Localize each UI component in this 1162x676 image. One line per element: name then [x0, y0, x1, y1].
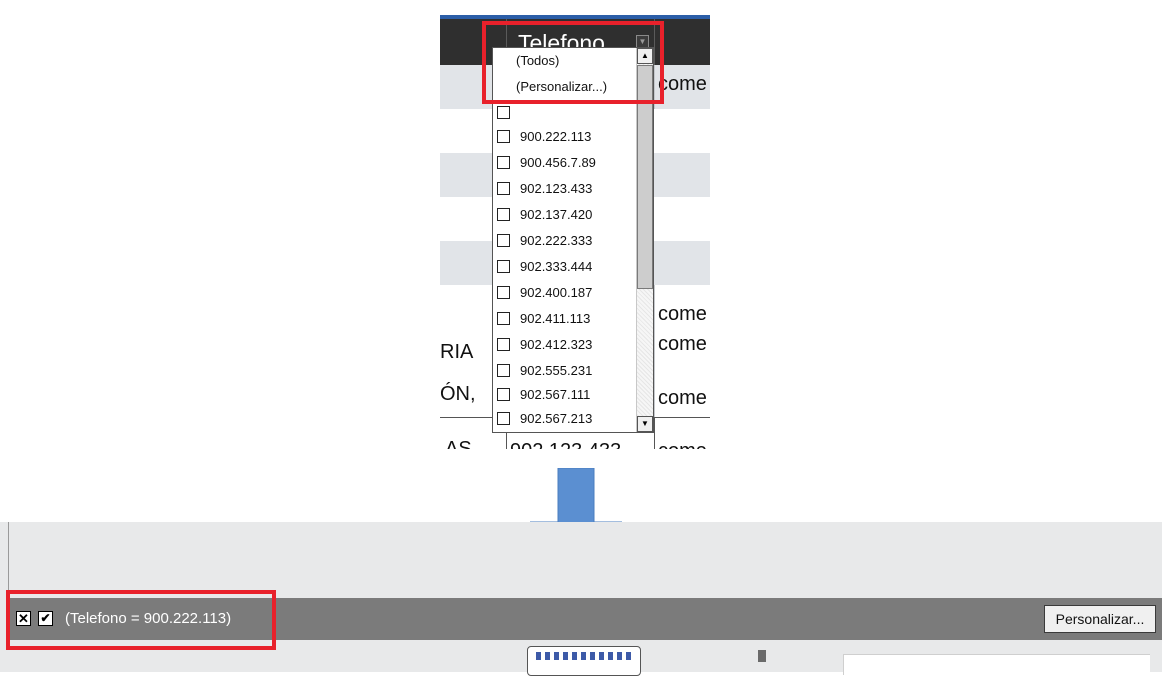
cell-separator — [654, 418, 655, 449]
checkbox-icon[interactable] — [497, 106, 510, 119]
filter-value-label: 902.411.113 — [520, 311, 591, 326]
cell-separator — [654, 285, 655, 329]
filter-value-label: 902.137.420 — [520, 207, 593, 222]
handle-icon — [758, 650, 766, 662]
cell-separator — [654, 329, 655, 373]
checkbox-icon[interactable] — [497, 234, 510, 247]
table-cell-telefono: 902.123.433 — [510, 440, 621, 449]
filter-value-item[interactable]: 902.555.231 — [493, 358, 636, 384]
filter-value-item[interactable]: 902.400.187 — [493, 280, 636, 306]
checkbox-icon[interactable] — [497, 208, 510, 221]
checkbox-icon[interactable] — [497, 388, 510, 401]
filter-value-label: 902.555.231 — [520, 363, 593, 378]
highlight-box-dropdown — [482, 21, 664, 104]
scroll-down-icon[interactable]: ▼ — [637, 416, 653, 432]
filter-dropdown[interactable]: (Todos) (Personalizar...) 900.222.113 90… — [492, 47, 654, 433]
filter-value-label: 900.456.7.89 — [520, 155, 596, 170]
filter-value-label: 902.222.333 — [520, 233, 593, 248]
table-cell: come — [658, 73, 707, 95]
highlight-box-filter-bar — [6, 590, 276, 650]
dots-icon — [536, 652, 632, 660]
filter-value-label: 902.412.323 — [520, 337, 593, 352]
filter-value-label: 902.567.213 — [520, 411, 593, 426]
filter-value-label: 902.123.433 — [520, 181, 593, 196]
checkbox-icon[interactable] — [497, 182, 510, 195]
filter-value-label: 902.400.187 — [520, 285, 593, 300]
table-cell: come — [658, 387, 707, 409]
table-cell: ÓN, — [440, 383, 476, 405]
filter-value-item[interactable]: 902.137.420 — [493, 202, 636, 228]
checkbox-icon[interactable] — [497, 260, 510, 273]
checkbox-icon[interactable] — [497, 364, 510, 377]
filter-value-label: 902.567.111 — [520, 387, 591, 402]
table-cell: come — [658, 333, 707, 355]
filter-dropdown-list: (Todos) (Personalizar...) 900.222.113 90… — [493, 48, 636, 432]
table-cell: AS — [445, 438, 472, 449]
filter-value-item[interactable]: 902.411.113 — [493, 306, 636, 332]
table-cell: come — [658, 440, 707, 449]
filter-value-item[interactable]: 900.456.7.89 — [493, 150, 636, 176]
filter-value-item[interactable]: 900.222.113 — [493, 124, 636, 150]
checkbox-icon[interactable] — [497, 286, 510, 299]
checkbox-icon[interactable] — [497, 338, 510, 351]
cell-separator — [654, 373, 655, 417]
table-cell: RIA — [440, 341, 474, 363]
checkbox-icon[interactable] — [497, 156, 510, 169]
filter-value-label: 900.222.113 — [520, 129, 592, 144]
dropdown-scrollbar[interactable]: ▲ ▼ — [636, 48, 653, 432]
checkbox-icon[interactable] — [497, 412, 510, 425]
filter-value-item[interactable]: 902.333.444 — [493, 254, 636, 280]
filter-value-label: 902.333.444 — [520, 259, 593, 274]
filter-value-item[interactable]: 902.123.433 — [493, 176, 636, 202]
customize-filter-button[interactable]: Personalizar... — [1044, 605, 1156, 633]
checkbox-icon[interactable] — [497, 312, 510, 325]
filter-value-item[interactable]: 902.567.111 — [493, 382, 636, 408]
filter-value-item[interactable]: 902.412.323 — [493, 332, 636, 358]
filter-value-item[interactable]: 902.567.213 — [493, 406, 636, 432]
table-cell: come — [658, 303, 707, 325]
filter-value-item[interactable]: 902.222.333 — [493, 228, 636, 254]
checkbox-icon[interactable] — [497, 130, 510, 143]
